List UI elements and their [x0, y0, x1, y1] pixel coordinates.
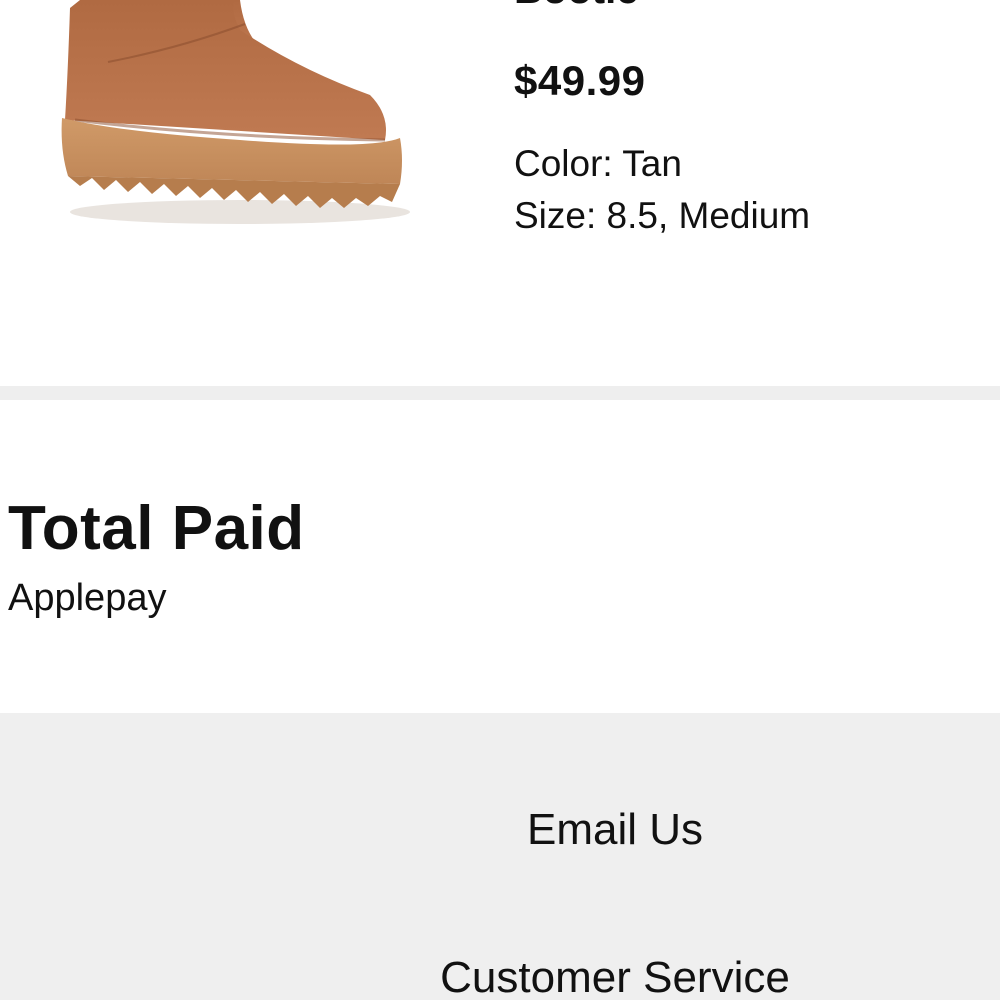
email-us-link[interactable]: Email Us	[0, 804, 1000, 856]
product-size: Size: 8.5, Medium	[514, 195, 811, 236]
help-footer: Email Us Customer Service	[0, 713, 1000, 1000]
customer-service-link[interactable]: Customer Service	[0, 952, 1000, 1000]
product-name[interactable]: Bootie	[514, 0, 638, 12]
product-color: Color: Tan	[514, 143, 682, 184]
total-paid-section: Total Paid Applepay	[0, 400, 1000, 713]
product-price: $49.99	[514, 57, 646, 104]
product-summary: Bootie $49.99 Color: Tan Size: 8.5, Medi…	[0, 0, 1000, 386]
total-paid-heading: Total Paid	[8, 494, 305, 563]
product-image[interactable]	[40, 0, 420, 240]
section-divider	[0, 386, 1000, 400]
order-confirmation-page: Bootie $49.99 Color: Tan Size: 8.5, Medi…	[0, 0, 1000, 1000]
payment-method: Applepay	[8, 577, 167, 619]
